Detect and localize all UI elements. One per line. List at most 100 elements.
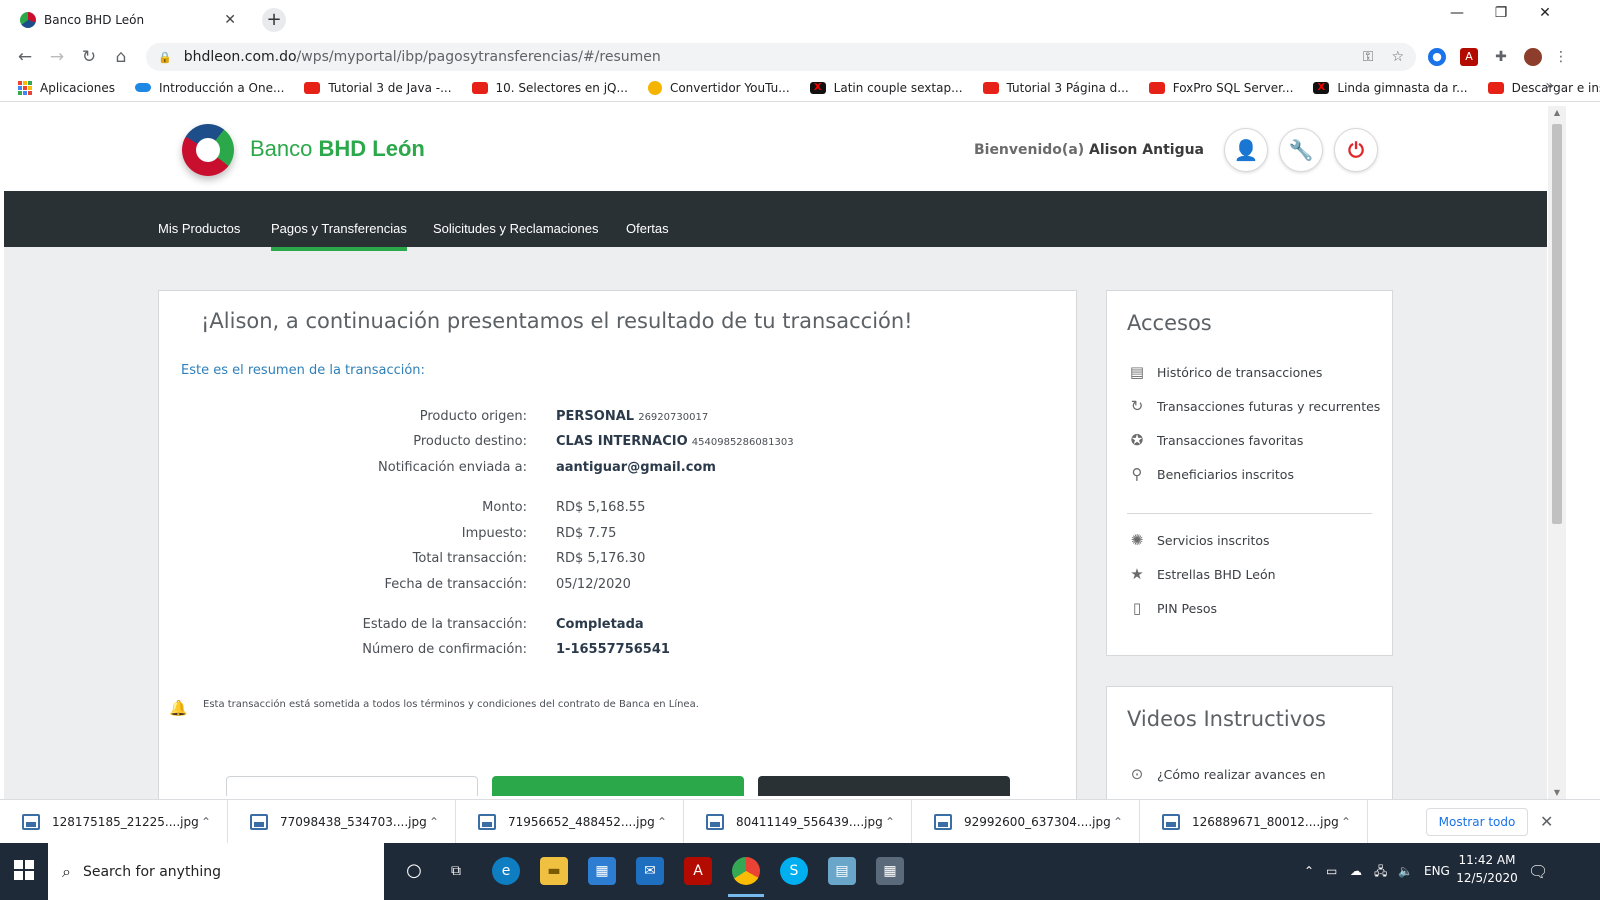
acrobat-icon[interactable]: A — [684, 857, 712, 885]
cortana-circle-icon[interactable]: ○ — [400, 857, 428, 885]
profile-button[interactable]: 👤 — [1224, 128, 1268, 172]
chevron-up-icon[interactable]: ⌃ — [1341, 815, 1351, 829]
scroll-down-arrow-icon[interactable]: ▼ — [1548, 788, 1566, 797]
close-downloads-icon[interactable]: ✕ — [1540, 812, 1553, 831]
file-explorer-icon[interactable]: ▬ — [540, 857, 568, 885]
extension-shield-icon[interactable]: ● — [1428, 48, 1446, 66]
download-item[interactable]: 128175185_21225....jpg ⌃ — [0, 800, 228, 844]
access-estrellas[interactable]: ★ Estrellas BHD León — [1127, 565, 1275, 583]
access-historico[interactable]: ▤ Histórico de transacciones — [1127, 363, 1323, 381]
downloads-bar: 128175185_21225....jpg ⌃ 77098438_534703.… — [0, 799, 1600, 844]
language-indicator[interactable]: ENG — [1424, 843, 1450, 900]
skype-icon[interactable]: S — [780, 857, 808, 885]
download-item[interactable]: 80411149_556439....jpg ⌃ — [684, 800, 912, 844]
nav-pagos-transferencias[interactable]: Pagos y Transferencias — [271, 191, 407, 251]
bookmark-item[interactable]: X Latin couple sextap... — [809, 81, 963, 95]
download-item[interactable]: 77098438_534703....jpg ⌃ — [228, 800, 456, 844]
bookmark-star-icon[interactable]: ☆ — [1391, 49, 1404, 65]
password-key-icon[interactable]: ⚿ — [1363, 49, 1374, 65]
nav-mis-productos[interactable]: Mis Productos — [158, 191, 240, 247]
taskbar-clock[interactable]: 11:42 AM 12/5/2020 — [1452, 851, 1522, 887]
home-button[interactable]: ⌂ — [110, 46, 132, 68]
bookmark-item[interactable]: Tutorial 3 de Java -... — [304, 81, 452, 95]
forward-button[interactable]: → — [46, 46, 68, 68]
bookmark-item[interactable]: Aplicaciones — [18, 80, 115, 95]
date-value: 05/12/2020 — [556, 577, 631, 592]
origin-product-label: Producto origen: — [419, 409, 527, 424]
extensions-puzzle-icon[interactable]: ✚ — [1492, 48, 1510, 66]
download-item[interactable]: 71956652_488452....jpg ⌃ — [456, 800, 684, 844]
back-button[interactable]: ← — [14, 46, 36, 68]
primary-action-button[interactable] — [492, 776, 744, 796]
star-icon: ★ — [1130, 565, 1144, 583]
bookmark-item[interactable]: FoxPro SQL Server... — [1148, 81, 1293, 95]
new-tab-button[interactable]: + — [262, 8, 286, 32]
chrome-icon[interactable] — [728, 857, 764, 897]
close-window-button[interactable]: ✕ — [1522, 0, 1568, 28]
logout-button[interactable]: ⏻ — [1334, 128, 1378, 172]
network-icon[interactable]: 🖧 — [1374, 843, 1387, 900]
mail-icon[interactable]: ✉ — [636, 857, 664, 885]
task-view-icon[interactable]: ⧉ — [442, 857, 470, 885]
browser-tab[interactable]: Banco BHD León ✕ — [8, 0, 248, 40]
bookmark-item[interactable]: Descargar e instalar... — [1487, 81, 1600, 95]
restore-window-button[interactable]: ❐ — [1478, 0, 1524, 28]
tax-value: RD$ 7.75 — [556, 526, 617, 541]
chevron-up-icon[interactable]: ⌃ — [429, 815, 439, 829]
beneficiary-icon: ⚲ — [1131, 465, 1143, 483]
amount-value: RD$ 5,168.55 — [556, 500, 646, 515]
battery-icon[interactable]: ▭ — [1326, 843, 1337, 900]
brand-logo-text[interactable]: Banco BHD León — [250, 136, 425, 162]
minimize-window-button[interactable]: — — [1434, 0, 1480, 28]
dark-action-button[interactable] — [758, 776, 1010, 796]
bookmark-item[interactable]: Introducción a One... — [134, 81, 284, 95]
access-futuras[interactable]: ↻ Transacciones futuras y recurrentes — [1127, 397, 1381, 415]
page-scrollbar[interactable]: ▲ ▼ — [1548, 106, 1566, 799]
address-bar[interactable]: 🔒 bhdleon.com.do/wps/myportal/ibp/pagosy… — [146, 43, 1416, 71]
bhd-favicon-icon — [20, 12, 36, 28]
nav-solicitudes-reclamaciones[interactable]: Solicitudes y Reclamaciones — [433, 191, 598, 247]
access-beneficiarios[interactable]: ⚲ Beneficiarios inscritos — [1127, 465, 1294, 483]
scroll-up-arrow-icon[interactable]: ▲ — [1548, 108, 1566, 117]
access-servicios[interactable]: ✺ Servicios inscritos — [1127, 531, 1270, 549]
chevron-up-icon[interactable]: ⌃ — [201, 815, 211, 829]
windows-start-icon[interactable] — [14, 860, 34, 880]
close-tab-icon[interactable]: ✕ — [224, 12, 236, 28]
chevron-up-icon[interactable]: ⌃ — [885, 815, 895, 829]
video-item[interactable]: ⊙ ¿Cómo realizar avances en — [1127, 765, 1326, 783]
calculator-icon[interactable]: ▦ — [876, 857, 904, 885]
bookmark-item[interactable]: 10. Selectores en jQ... — [471, 81, 628, 95]
pdf-extension-icon[interactable]: A — [1460, 48, 1478, 66]
reload-button[interactable]: ↻ — [78, 46, 100, 68]
onedrive-cloud-icon[interactable]: ☁ — [1350, 843, 1362, 900]
chevron-up-icon[interactable]: ⌃ — [1113, 815, 1123, 829]
download-item[interactable]: 92992600_637304....jpg ⌃ — [912, 800, 1140, 844]
scrollbar-thumb[interactable] — [1552, 124, 1562, 524]
youtube-icon — [982, 81, 999, 94]
nav-ofertas[interactable]: Ofertas — [626, 191, 669, 247]
onedrive-icon — [134, 83, 151, 92]
taskbar-search-box[interactable]: ⌕ Search for anything — [48, 843, 384, 900]
show-all-downloads-button[interactable]: Mostrar todo — [1426, 808, 1528, 836]
edge-browser-icon[interactable]: e — [492, 857, 520, 885]
bookmark-item[interactable]: X Linda gimnasta da r... — [1313, 81, 1468, 95]
bookmark-item[interactable]: Convertidor YouTu... — [647, 80, 790, 95]
wrench-icon: 🔧 — [1288, 138, 1314, 162]
more-bookmarks-chevron-icon[interactable]: » — [1545, 78, 1554, 94]
profile-avatar-icon[interactable] — [1524, 48, 1542, 66]
access-favoritas[interactable]: ✪ Transacciones favoritas — [1127, 431, 1304, 449]
store-icon[interactable]: ▦ — [588, 857, 616, 885]
access-pin-pesos[interactable]: ▯ PIN Pesos — [1127, 599, 1217, 617]
browser-menu-icon[interactable]: ⋮ — [1552, 48, 1570, 66]
download-item[interactable]: 126889671_80012....jpg ⌃ — [1140, 800, 1368, 844]
tray-overflow-chevron-icon[interactable]: ⌃ — [1304, 843, 1314, 900]
bhd-logo-icon[interactable] — [182, 124, 234, 176]
secondary-action-button[interactable] — [226, 776, 478, 796]
notes-app-icon[interactable]: ▤ — [828, 857, 856, 885]
bookmark-item[interactable]: Tutorial 3 Página d... — [982, 81, 1129, 95]
volume-icon[interactable]: 🔈 — [1398, 843, 1413, 900]
settings-button[interactable]: 🔧 — [1279, 128, 1323, 172]
chevron-up-icon[interactable]: ⌃ — [657, 815, 667, 829]
notifications-icon[interactable]: 🗨 — [1528, 843, 1548, 900]
youtube-icon — [471, 81, 488, 94]
